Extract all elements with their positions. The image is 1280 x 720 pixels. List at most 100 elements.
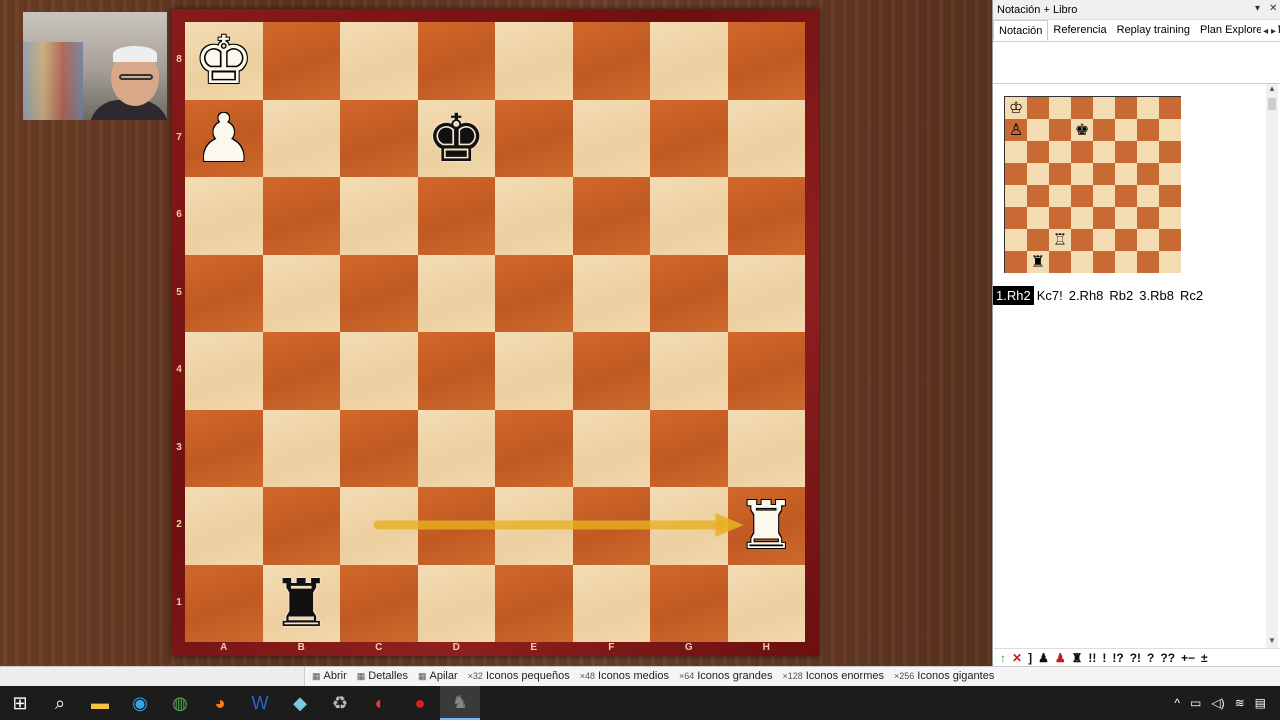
- annotation-button[interactable]: ↑: [1000, 651, 1006, 665]
- move-1[interactable]: Kc7!: [1034, 286, 1066, 305]
- square-a1[interactable]: [185, 564, 263, 642]
- square-a3[interactable]: [185, 409, 263, 487]
- square-g2[interactable]: [650, 487, 728, 565]
- move-4[interactable]: 3.Rb8: [1136, 286, 1177, 305]
- square-h5[interactable]: [727, 254, 805, 332]
- scroll-down-icon[interactable]: ▼: [1266, 636, 1278, 648]
- tab-plan-explorer[interactable]: Plan Explorer: [1195, 20, 1271, 41]
- vertical-scrollbar[interactable]: ▲ ▼: [1266, 84, 1278, 648]
- square-h1[interactable]: [727, 564, 805, 642]
- square-f1[interactable]: [572, 564, 650, 642]
- annotation-button[interactable]: !!: [1088, 651, 1096, 665]
- wifi-icon[interactable]: ≋: [1235, 696, 1245, 710]
- app-red-icon[interactable]: ◐: [360, 686, 400, 720]
- chevron-down-icon[interactable]: ▾: [1255, 3, 1260, 14]
- record-icon[interactable]: ●: [400, 686, 440, 720]
- square-b7[interactable]: [262, 99, 340, 177]
- white-rook[interactable]: ♜: [728, 487, 806, 564]
- recycle-icon[interactable]: ♻: [320, 686, 360, 720]
- chessbase-icon[interactable]: ♞: [440, 686, 480, 720]
- square-b3[interactable]: [262, 409, 340, 487]
- scroll-up-icon[interactable]: ▲: [1266, 84, 1278, 96]
- square-c7[interactable]: [340, 99, 418, 177]
- square-d8[interactable]: [417, 22, 495, 100]
- square-f4[interactable]: [572, 332, 650, 410]
- square-g4[interactable]: [650, 332, 728, 410]
- square-d6[interactable]: [417, 177, 495, 255]
- square-e1[interactable]: [495, 564, 573, 642]
- square-e7[interactable]: [495, 99, 573, 177]
- explorer-item[interactable]: ×32 Iconos pequeños: [468, 670, 570, 682]
- annotation-button[interactable]: ±: [1201, 651, 1208, 665]
- square-f6[interactable]: [572, 177, 650, 255]
- square-h8[interactable]: [727, 22, 805, 100]
- annotation-button[interactable]: ??: [1160, 651, 1175, 665]
- square-a6[interactable]: [185, 177, 263, 255]
- explorer-item[interactable]: ×64 Iconos grandes: [679, 670, 773, 682]
- square-a2[interactable]: [185, 487, 263, 565]
- app-icon[interactable]: ◆: [280, 686, 320, 720]
- explorer-item[interactable]: ▦ Apilar: [418, 670, 458, 682]
- annotation-button[interactable]: +−: [1181, 651, 1195, 665]
- square-g5[interactable]: [650, 254, 728, 332]
- square-f2[interactable]: [572, 487, 650, 565]
- word-icon[interactable]: W: [240, 686, 280, 720]
- square-b5[interactable]: [262, 254, 340, 332]
- square-h3[interactable]: [727, 409, 805, 487]
- square-c8[interactable]: [340, 22, 418, 100]
- square-e4[interactable]: [495, 332, 573, 410]
- square-a4[interactable]: [185, 332, 263, 410]
- square-e8[interactable]: [495, 22, 573, 100]
- explorer-item[interactable]: ▦ Abrir: [312, 670, 347, 682]
- square-c1[interactable]: [340, 564, 418, 642]
- square-h4[interactable]: [727, 332, 805, 410]
- square-d5[interactable]: [417, 254, 495, 332]
- annotation-button[interactable]: ?!: [1130, 651, 1141, 665]
- battery-icon[interactable]: ▭: [1190, 696, 1201, 710]
- explorer-item[interactable]: ×48 Iconos medios: [580, 670, 669, 682]
- square-d1[interactable]: [417, 564, 495, 642]
- search-icon[interactable]: ⌕: [40, 686, 80, 720]
- black-rook[interactable]: ♜: [263, 565, 341, 642]
- square-f5[interactable]: [572, 254, 650, 332]
- square-d3[interactable]: [417, 409, 495, 487]
- square-b8[interactable]: [262, 22, 340, 100]
- move-0[interactable]: 1.Rh2: [993, 286, 1034, 305]
- square-g1[interactable]: [650, 564, 728, 642]
- black-king[interactable]: ♚: [418, 100, 496, 177]
- square-f3[interactable]: [572, 409, 650, 487]
- volume-icon[interactable]: ◁): [1211, 696, 1224, 710]
- annotation-button[interactable]: ✕: [1012, 651, 1022, 665]
- annotation-button[interactable]: ♜: [1072, 651, 1083, 665]
- square-g3[interactable]: [650, 409, 728, 487]
- square-g7[interactable]: [650, 99, 728, 177]
- chess-board[interactable]: [185, 22, 805, 642]
- annotation-button[interactable]: ♟: [1038, 651, 1049, 665]
- explorer-item[interactable]: ×128 Iconos enormes: [782, 670, 884, 682]
- square-d2[interactable]: [417, 487, 495, 565]
- square-b4[interactable]: [262, 332, 340, 410]
- explorer-item[interactable]: ×256 Iconos gigantes: [894, 670, 994, 682]
- square-c5[interactable]: [340, 254, 418, 332]
- annotation-button[interactable]: ?: [1147, 651, 1154, 665]
- square-f7[interactable]: [572, 99, 650, 177]
- square-g6[interactable]: [650, 177, 728, 255]
- square-d4[interactable]: [417, 332, 495, 410]
- annotation-button[interactable]: !?: [1112, 651, 1123, 665]
- move-5[interactable]: Rc2: [1177, 286, 1206, 305]
- tab-referencia[interactable]: Referencia: [1048, 20, 1111, 41]
- windows-start-icon[interactable]: ⊞: [0, 686, 40, 720]
- notification-icon[interactable]: ▤: [1255, 696, 1266, 710]
- square-h6[interactable]: [727, 177, 805, 255]
- square-e3[interactable]: [495, 409, 573, 487]
- close-icon[interactable]: ✕: [1269, 3, 1277, 14]
- edge-icon[interactable]: ◉: [120, 686, 160, 720]
- square-c6[interactable]: [340, 177, 418, 255]
- square-e6[interactable]: [495, 177, 573, 255]
- square-h7[interactable]: [727, 99, 805, 177]
- square-e2[interactable]: [495, 487, 573, 565]
- firefox-icon[interactable]: ◕: [200, 686, 240, 720]
- square-a5[interactable]: [185, 254, 263, 332]
- white-king[interactable]: ♚: [185, 22, 263, 99]
- square-c2[interactable]: [340, 487, 418, 565]
